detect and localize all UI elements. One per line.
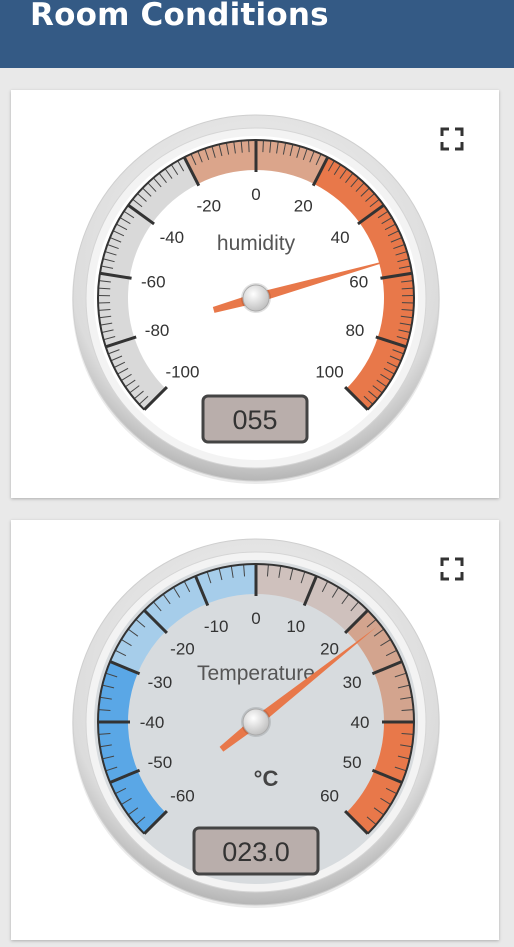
app-header: Room Conditions bbox=[0, 0, 514, 68]
tick-label: 0 bbox=[251, 609, 260, 628]
gauge-title: humidity bbox=[217, 232, 296, 255]
tick-label: 30 bbox=[343, 673, 362, 692]
tick-label: -60 bbox=[141, 273, 166, 292]
tick-label: -20 bbox=[170, 639, 195, 658]
tick-label: 40 bbox=[331, 228, 350, 247]
humidity-gauge: -100 -80 -60 -40 -20 0 20 40 60 80 100 humidity 055 bbox=[72, 114, 440, 484]
page-title: Room Conditions bbox=[30, 0, 329, 33]
tick-label: 80 bbox=[345, 321, 364, 340]
tick-label: 50 bbox=[343, 753, 362, 772]
tick-label: 60 bbox=[320, 787, 339, 806]
tick-label: 20 bbox=[294, 196, 313, 215]
temperature-gauge: -60 -50 -40 -30 -20 -10 0 10 2030 40 5060 Temperatu… bbox=[72, 538, 440, 908]
humidity-card: -100 -80 -60 -40 -20 0 20 40 60 80 100 humidity 055 bbox=[11, 90, 499, 498]
tick-label: -20 bbox=[196, 196, 221, 215]
tick-label: -40 bbox=[140, 713, 165, 732]
temperature-card: -60 -50 -40 -30 -20 -10 0 10 20 30 40 50 60 Temperatu… bbox=[11, 520, 499, 940]
tick-label: 0 bbox=[251, 185, 260, 204]
tick-label: 40 bbox=[351, 713, 370, 732]
tick-label: 20 bbox=[320, 639, 339, 658]
tick-label: -50 bbox=[148, 753, 173, 772]
tick-label: -100 bbox=[165, 363, 199, 382]
tick-label: -10 bbox=[204, 617, 229, 636]
needle-hub bbox=[242, 708, 270, 736]
value-readout: 023.0 bbox=[222, 837, 290, 867]
tick-label: 60 bbox=[349, 273, 368, 292]
value-readout: 055 bbox=[232, 405, 277, 435]
tick-label: -60 bbox=[170, 787, 195, 806]
gauge-units: °C bbox=[254, 766, 279, 791]
minor-tick bbox=[248, 140, 250, 153]
tick-label: 100 bbox=[315, 363, 343, 382]
gauge-title: Temperature bbox=[197, 662, 315, 685]
tick-label: 10 bbox=[286, 617, 305, 636]
tick-label: -30 bbox=[148, 673, 173, 692]
needle-hub bbox=[242, 284, 270, 312]
tick-label: -40 bbox=[160, 228, 185, 247]
minor-tick bbox=[262, 140, 264, 153]
tick-label: -80 bbox=[145, 321, 170, 340]
